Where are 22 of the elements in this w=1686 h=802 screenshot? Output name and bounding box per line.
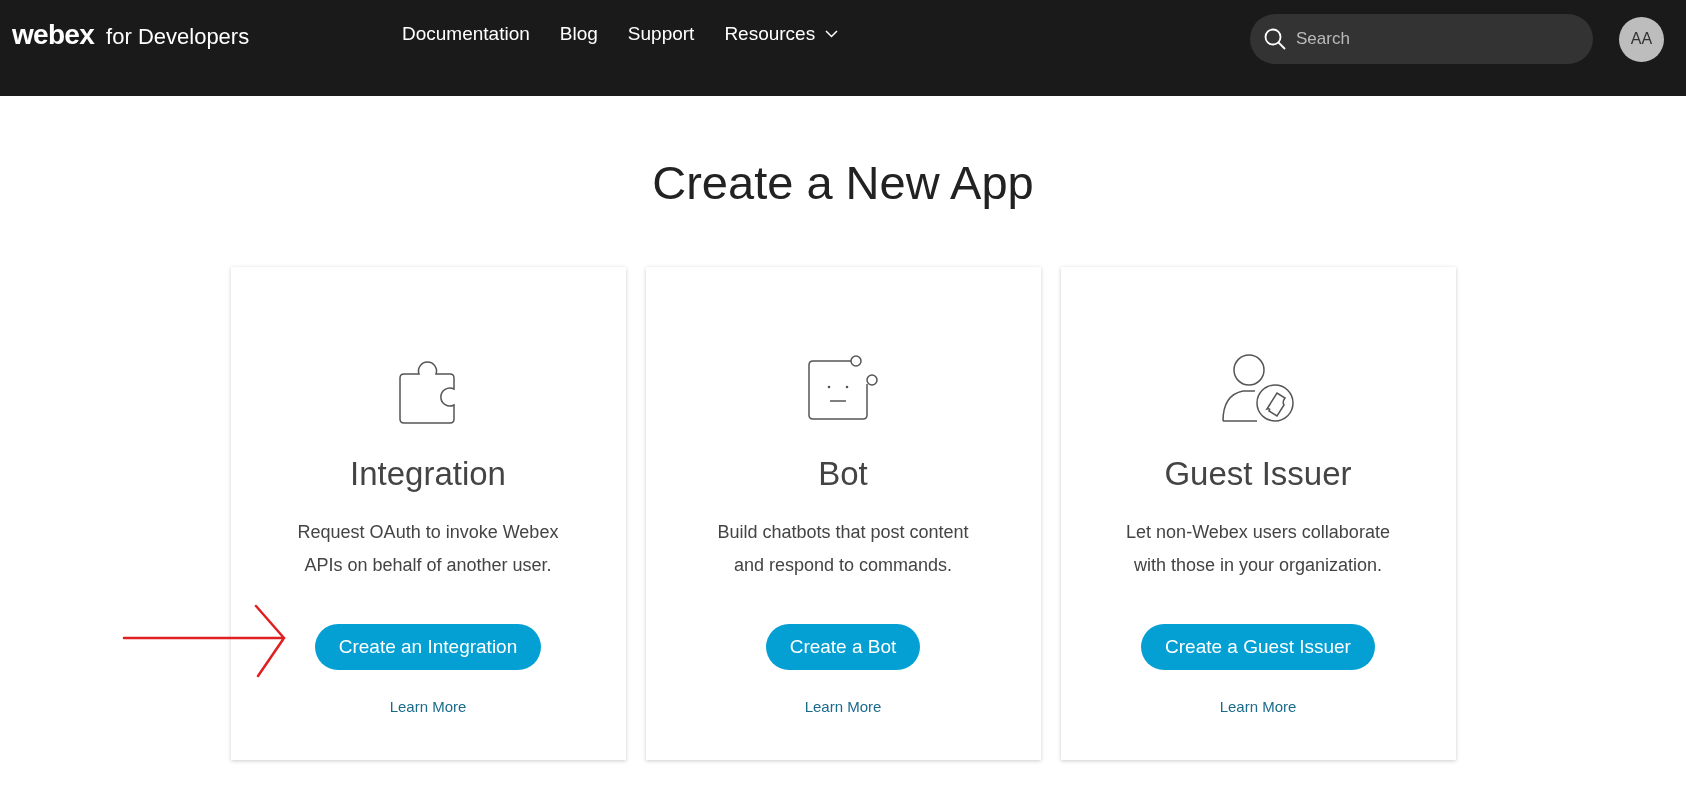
learn-more-link[interactable]: Learn More — [1219, 696, 1297, 719]
user-with-ticket-icon — [1219, 352, 1297, 425]
card-description: Request OAuth to invoke Webex APIs on behalf of another user. — [296, 521, 560, 577]
card-title: Guest Issuer — [1164, 453, 1352, 494]
learn-more-link[interactable]: Learn More — [389, 696, 467, 719]
nav-link[interactable]: Support — [627, 20, 695, 49]
chevron-down-icon — [825, 30, 839, 39]
nav-link[interactable]: Blog — [559, 20, 598, 49]
learn-more-link[interactable]: Learn More — [804, 696, 882, 719]
card-title: Integration — [350, 453, 506, 494]
card-title: Bot — [818, 453, 868, 494]
search-icon — [1264, 28, 1286, 50]
card-description: Let non-Webex users collaborate with those in your organization. — [1125, 521, 1391, 577]
card-description: Build chatbots that post content and respond to commands. — [716, 521, 970, 577]
puzzle-piece-icon — [398, 358, 458, 425]
search-field[interactable]: Search — [1250, 14, 1593, 64]
nav-link[interactable]: Documentation — [402, 20, 530, 49]
logo-subtitle: for Developers — [106, 23, 250, 51]
logo[interactable]: webex — [12, 14, 95, 56]
user-avatar[interactable]: AA — [1619, 16, 1664, 62]
nav-dropdown[interactable]: Resources — [724, 20, 839, 49]
page-title: Create a New App — [652, 155, 1034, 211]
